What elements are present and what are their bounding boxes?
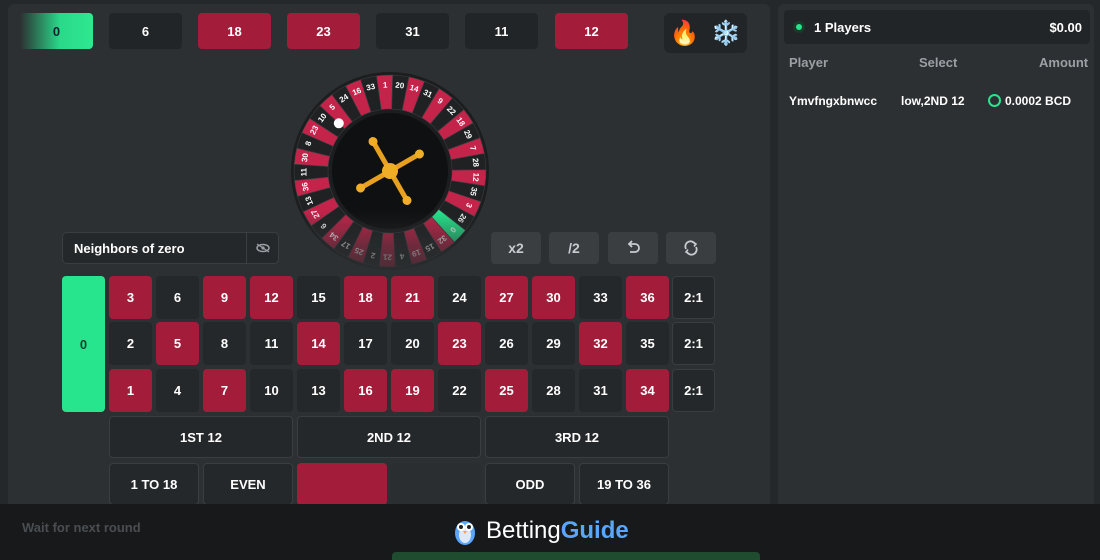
undo-button[interactable] [608,232,658,264]
bet-preset-select[interactable]: Neighbors of zero [62,232,279,264]
wheel-pocket-label: 12 [471,172,481,182]
player-column-header: Player [789,55,829,70]
players-header: 1 Players $0.00 [784,10,1090,44]
odd-bet[interactable]: ODD [485,463,575,505]
number-bet-cell[interactable]: 36 [626,276,669,319]
wheel-pocket-label: 20 [395,81,405,91]
zero-bet-cell[interactable]: 0 [62,276,105,412]
player-amount-value: 0.0002 BCD [1005,94,1072,108]
history-item: 31 [376,13,449,49]
undo-icon [627,240,640,253]
number-bet-cell[interactable]: 17 [344,322,387,365]
number-bet-cell[interactable]: 27 [485,276,528,319]
number-bet-cell[interactable]: 35 [626,322,669,365]
result-history: 0 6 18 23 31 11 12 [20,13,630,49]
number-bet-cell[interactable]: 31 [579,369,622,412]
wheel-pocket-label: 11 [299,167,308,176]
snowflake-icon[interactable]: ❄️ [711,19,741,48]
bcd-coin-icon [988,94,1001,107]
even-bet[interactable]: EVEN [203,463,293,505]
roulette-ball [333,118,344,129]
number-bet-cell[interactable]: 8 [203,322,246,365]
fire-icon[interactable]: 🔥 [670,19,700,48]
number-bet-cell[interactable]: 3 [109,276,152,319]
dozen-1-bet[interactable]: 1ST 12 [109,416,293,458]
wheel-pocket-label: 21 [382,252,392,261]
number-bet-cell[interactable]: 26 [485,322,528,365]
history-item: 6 [109,13,182,49]
players-panel [778,4,1094,560]
players-count: 1 Players [814,19,872,35]
number-bet-cell[interactable]: 6 [156,276,199,319]
number-bet-cell[interactable]: 10 [250,369,293,412]
number-bet-cell[interactable]: 14 [297,322,340,365]
number-bet-cell[interactable]: 5 [156,322,199,365]
owl-logo-icon [455,521,475,545]
dozen-3-bet[interactable]: 3RD 12 [485,416,669,458]
dozen-2-bet[interactable]: 2ND 12 [297,416,481,458]
number-bet-cell[interactable]: 1 [109,369,152,412]
column-bet-top[interactable]: 2:1 [672,276,715,319]
number-bet-cell[interactable]: 34 [626,369,669,412]
round-status: Wait for next round [22,520,141,535]
hot-cold-toggle[interactable]: 🔥 ❄️ [664,13,747,53]
online-dot-icon [796,24,802,30]
column-bet-bottom[interactable]: 2:1 [672,369,715,412]
number-bet-cell[interactable]: 22 [438,369,481,412]
number-bet-cell[interactable]: 13 [297,369,340,412]
history-item: 18 [198,13,271,49]
brand-name-part-b: Guide [560,517,629,544]
number-bet-cell[interactable]: 28 [532,369,575,412]
column-bet-middle[interactable]: 2:1 [672,322,715,365]
high-bet[interactable]: 19 TO 36 [579,463,669,505]
black-bet[interactable] [391,463,481,505]
player-name: Ymvfngxbnwcc [789,94,878,108]
roulette-wheel: 0 32 15 19 4 21 2 25 17 34 6 27 13 36 11 30 8 23 10 5 24 16 33… [290,71,490,271]
number-bet-cell[interactable]: 23 [438,322,481,365]
history-item: 23 [287,13,360,49]
number-bet-cell[interactable]: 32 [579,322,622,365]
wheel-pocket-label: 28 [471,158,481,168]
bet-preset-label: Neighbors of zero [74,240,185,256]
settings-icon[interactable] [246,233,278,263]
bet-button-strip[interactable] [392,552,760,560]
number-bet-cell[interactable]: 18 [344,276,387,319]
history-item: 12 [555,13,628,49]
number-bet-cell[interactable]: 4 [156,369,199,412]
number-bet-cell[interactable]: 9 [203,276,246,319]
number-bet-cell[interactable]: 20 [391,322,434,365]
number-bet-cell[interactable]: 16 [344,369,387,412]
number-bet-cell[interactable]: 21 [391,276,434,319]
repeat-button[interactable] [666,232,716,264]
player-selection: low,2ND 12 [901,94,965,108]
number-bet-cell[interactable]: 25 [485,369,528,412]
roulette-page: 0 6 18 23 31 11 12 🔥 ❄️ 0 32 15 19 4 21 2 25 17 3… [0,0,1100,560]
red-bet[interactable] [297,463,387,505]
number-bet-cell[interactable]: 11 [250,322,293,365]
number-bet-cell[interactable]: 12 [250,276,293,319]
history-item: 11 [465,13,538,49]
double-bet-button[interactable]: x2 [491,232,541,264]
repeat-icon [684,240,698,256]
brand-name-part-a: Betting [486,517,561,544]
number-bet-cell[interactable]: 2 [109,322,152,365]
players-total: $0.00 [1049,19,1082,35]
number-bet-cell[interactable]: 24 [438,276,481,319]
wheel-svg: 03215194212251734627133611308231052416 33… [291,72,489,270]
number-bet-cell[interactable]: 33 [579,276,622,319]
amount-column-header: Amount [1039,55,1089,70]
number-bet-cell[interactable]: 19 [391,369,434,412]
select-column-header: Select [919,55,958,70]
number-bet-cell[interactable]: 15 [297,276,340,319]
player-amount: 0.0002 BCD [988,94,1071,108]
low-bet[interactable]: 1 TO 18 [109,463,199,505]
half-bet-button[interactable]: /2 [549,232,599,264]
number-bet-cell[interactable]: 30 [532,276,575,319]
brand-watermark: Betting Guide [452,514,629,548]
history-item: 0 [20,13,93,49]
number-bet-cell[interactable]: 7 [203,369,246,412]
number-bet-cell[interactable]: 29 [532,322,575,365]
